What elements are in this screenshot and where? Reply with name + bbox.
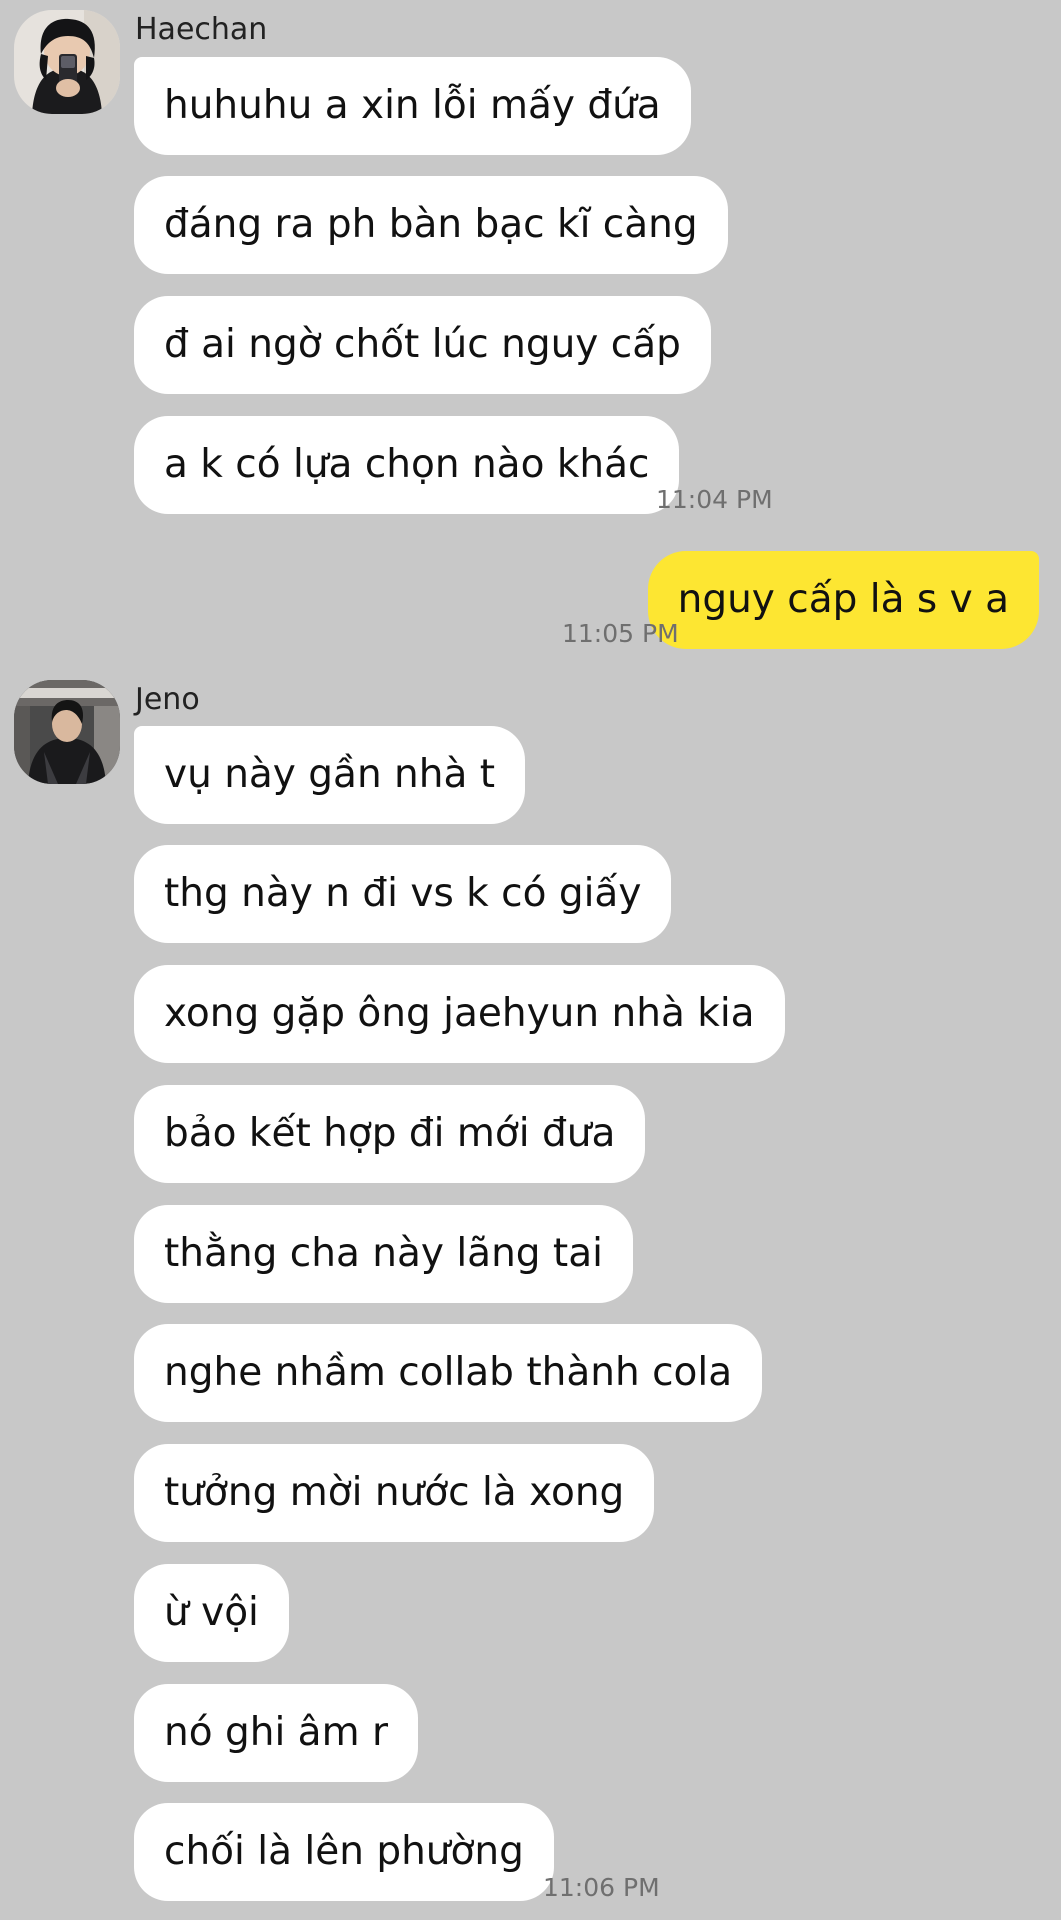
message-bubble[interactable]: nghe nhầm collab thành cola [134,1324,763,1422]
message-bubble[interactable]: xong gặp ông jaehyun nhà kia [134,965,785,1063]
chat-thread: Haechan huhuhu a xin lỗi mấy đứa đáng ra… [0,0,1061,1920]
sender-name-haechan: Haechan [135,12,268,47]
message-bubble[interactable]: ừ vội [134,1564,289,1662]
message-bubble[interactable]: bảo kết hợp đi mới đưa [134,1085,646,1183]
message-bubble[interactable]: nó ghi âm r [134,1684,419,1782]
message-bubble[interactable]: thằng cha này lãng tai [134,1205,633,1303]
message-timestamp: 11:04 PM [656,485,773,514]
message-bubble[interactable]: thg này n đi vs k có giấy [134,845,672,943]
message-timestamp: 11:05 PM [562,619,679,648]
message-bubble[interactable]: chối là lên phường [134,1803,554,1901]
message-bubble[interactable]: vụ này gần nhà t [134,726,526,824]
profile-photo-icon [14,680,120,784]
message-bubble[interactable]: tưởng mời nước là xong [134,1444,655,1542]
message-timestamp: 11:06 PM [543,1873,660,1902]
message-bubble[interactable]: a k có lựa chọn nào khác [134,416,680,514]
jeno-avatar[interactable] [14,680,120,784]
haechan-avatar[interactable] [14,10,120,114]
message-bubble[interactable]: đ ai ngờ chốt lúc nguy cấp [134,296,711,394]
profile-photo-icon [14,10,120,114]
message-bubble[interactable]: đáng ra ph bàn bạc kĩ càng [134,176,728,274]
sender-name-jeno: Jeno [135,682,200,717]
message-bubble[interactable]: huhuhu a xin lỗi mấy đứa [134,57,691,155]
sent-message-bubble[interactable]: nguy cấp là s v a [647,551,1039,649]
